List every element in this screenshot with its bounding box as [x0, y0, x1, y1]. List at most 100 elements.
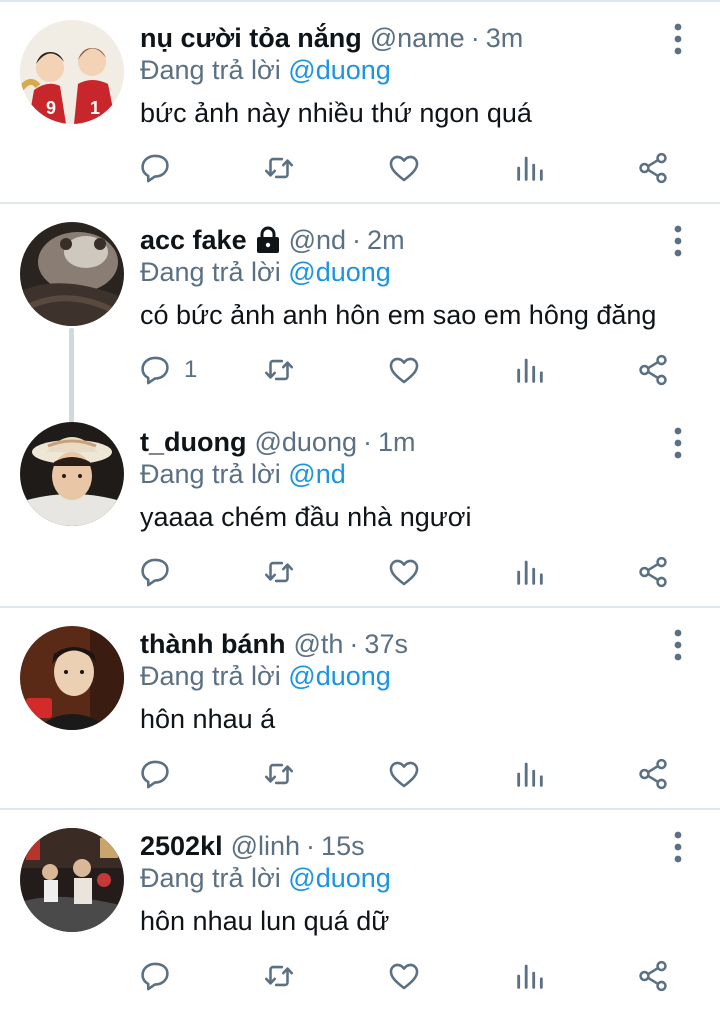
replying-to: Đang trả lời @duong	[140, 863, 391, 894]
timestamp[interactable]: 1m	[378, 427, 416, 458]
reply-button[interactable]	[138, 754, 184, 794]
analytics-icon	[517, 358, 543, 383]
replying-to-label: Đang trả lời	[140, 863, 281, 893]
timestamp[interactable]: 3m	[486, 23, 524, 54]
svg-text:1: 1	[90, 98, 100, 118]
share-icon	[639, 960, 667, 992]
replying-to-label: Đang trả lời	[140, 661, 281, 691]
replying-to: Đang trả lời @duong	[140, 257, 391, 288]
retweet-button[interactable]	[262, 754, 296, 794]
reply-button[interactable]	[138, 956, 184, 996]
like-button[interactable]	[387, 552, 421, 592]
tweet-header: nụ cười tỏa nắng @name · 3m	[140, 20, 523, 56]
retweet-icon	[264, 157, 294, 179]
tweet[interactable]: 9 1 nụ cười tỏa nắng @name · 3m Đang trả…	[0, 0, 720, 204]
avatar[interactable]	[20, 222, 124, 326]
retweet-button[interactable]	[262, 350, 296, 390]
analytics-icon	[517, 964, 543, 989]
tweet-header: 2502kl @linh · 15s	[140, 828, 365, 864]
reply-icon	[141, 154, 169, 183]
display-name[interactable]: nụ cười tỏa nắng	[140, 23, 362, 54]
replying-to: Đang trả lời @duong	[140, 661, 391, 692]
tweet[interactable]: t_duong @duong · 1m Đang trả lời @nd yaa…	[0, 404, 720, 608]
tweet-text: bức ảnh này nhiều thứ ngon quá	[140, 98, 532, 128]
more-options-icon[interactable]	[666, 628, 690, 662]
more-options-icon[interactable]	[666, 224, 690, 258]
timestamp[interactable]: 2m	[367, 225, 405, 256]
avatar[interactable]	[20, 422, 124, 526]
like-icon	[389, 761, 419, 788]
avatar[interactable]: 9 1	[20, 20, 124, 124]
replying-to: Đang trả lời @nd	[140, 459, 346, 490]
analytics-icon	[517, 156, 543, 181]
more-options-icon[interactable]	[666, 830, 690, 864]
share-button[interactable]	[636, 956, 670, 996]
reply-button[interactable]: 1	[138, 350, 197, 390]
analytics-button[interactable]	[513, 552, 547, 592]
action-bar	[138, 754, 698, 794]
analytics-button[interactable]	[513, 754, 547, 794]
tweet-text: hôn nhau á	[140, 704, 276, 734]
avatar[interactable]	[20, 828, 124, 932]
like-button[interactable]	[387, 956, 421, 996]
replying-to-label: Đang trả lời	[140, 257, 281, 287]
separator-dot: ·	[349, 628, 359, 659]
like-button[interactable]	[387, 148, 421, 188]
mention-link[interactable]: @duong	[288, 55, 391, 85]
reply-feed: 9 1 nụ cười tỏa nắng @name · 3m Đang trả…	[0, 0, 720, 1012]
timestamp[interactable]: 15s	[321, 831, 365, 862]
user-handle[interactable]: @nd	[289, 225, 346, 256]
reply-button[interactable]	[138, 552, 184, 592]
display-name[interactable]: acc fake	[140, 225, 247, 256]
retweet-icon	[264, 763, 294, 785]
retweet-button[interactable]	[262, 956, 296, 996]
avatar[interactable]	[20, 626, 124, 730]
reply-button[interactable]	[138, 148, 184, 188]
share-button[interactable]	[636, 754, 670, 794]
tweet-header: thành bánh @th · 37s	[140, 626, 408, 662]
display-name[interactable]: 2502kl	[140, 831, 223, 862]
user-handle[interactable]: @linh	[231, 831, 300, 862]
mention-link[interactable]: @nd	[288, 459, 345, 489]
share-button[interactable]	[636, 350, 670, 390]
retweet-button[interactable]	[262, 552, 296, 592]
user-handle[interactable]: @th	[293, 629, 343, 660]
retweet-button[interactable]	[262, 148, 296, 188]
mention-link[interactable]: @duong	[288, 257, 391, 287]
more-options-icon[interactable]	[666, 22, 690, 56]
display-name[interactable]: t_duong	[140, 427, 246, 458]
share-icon	[639, 758, 667, 790]
tweet[interactable]: 2502kl @linh · 15s Đang trả lời @duong h…	[0, 808, 720, 1012]
like-button[interactable]	[387, 350, 421, 390]
replying-to: Đang trả lời @duong	[140, 55, 391, 86]
more-options-icon[interactable]	[666, 426, 690, 460]
tweet-text: có bức ảnh anh hôn em sao em hông đăng	[140, 300, 657, 330]
tweet[interactable]: acc fake @nd · 2m Đang trả lời @duong có…	[0, 202, 720, 424]
share-icon	[639, 354, 667, 386]
reply-icon	[141, 558, 169, 587]
analytics-button[interactable]	[513, 148, 547, 188]
share-icon	[639, 556, 667, 588]
share-button[interactable]	[636, 552, 670, 592]
like-icon	[389, 559, 419, 586]
analytics-icon	[517, 762, 543, 787]
timestamp[interactable]: 37s	[364, 629, 408, 660]
mention-link[interactable]: @duong	[288, 863, 391, 893]
display-name[interactable]: thành bánh	[140, 629, 285, 660]
like-button[interactable]	[387, 754, 421, 794]
user-handle[interactable]: @name	[370, 23, 465, 54]
analytics-icon	[517, 560, 543, 585]
analytics-button[interactable]	[513, 956, 547, 996]
reply-count: 1	[184, 356, 198, 383]
retweet-icon	[264, 965, 294, 987]
reply-icon	[141, 962, 169, 991]
share-button[interactable]	[636, 148, 670, 188]
analytics-button[interactable]	[513, 350, 547, 390]
like-icon	[389, 357, 419, 384]
mention-link[interactable]: @duong	[288, 661, 391, 691]
tweet[interactable]: thành bánh @th · 37s Đang trả lời @duong…	[0, 606, 720, 810]
replying-to-label: Đang trả lời	[140, 459, 281, 489]
tweet-text: yaaaa chém đầu nhà ngươi	[140, 502, 472, 532]
action-bar: 1	[138, 350, 698, 390]
user-handle[interactable]: @duong	[254, 427, 357, 458]
